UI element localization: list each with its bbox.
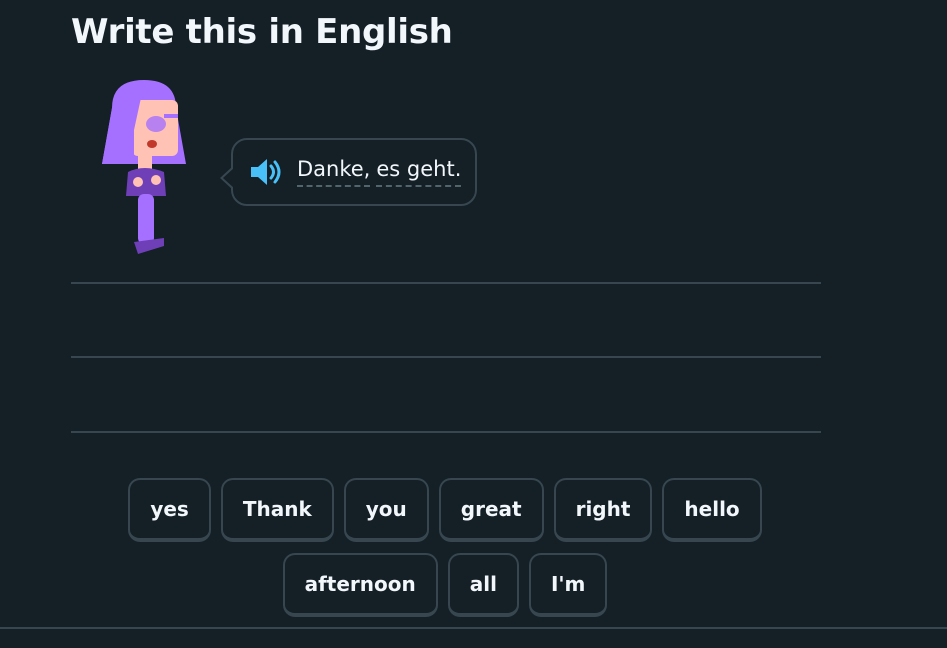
word-bank: yes Thank you great right hello afternoo… bbox=[0, 478, 890, 628]
prompt-sentence: Danke, es geht. bbox=[297, 157, 462, 187]
word-chip-all[interactable]: all bbox=[447, 553, 519, 617]
word-chip-im[interactable]: I'm bbox=[528, 553, 608, 617]
answer-line[interactable] bbox=[71, 282, 821, 284]
speech-bubble: Danke, es geht. bbox=[220, 138, 477, 206]
prompt-word[interactable]: Danke, bbox=[297, 157, 371, 187]
word-chip-you[interactable]: you bbox=[343, 478, 429, 542]
word-chip-hello[interactable]: hello bbox=[662, 478, 762, 542]
word-bank-row: yes Thank you great right hello bbox=[0, 478, 890, 542]
word-chip-thank[interactable]: Thank bbox=[220, 478, 334, 542]
word-chip-great[interactable]: great bbox=[438, 478, 544, 542]
character-illustration bbox=[102, 80, 186, 254]
lesson-screen: Write this in English Danke, es geht. ye… bbox=[0, 0, 947, 648]
speaker-icon[interactable] bbox=[249, 157, 285, 187]
speech-bubble-tail bbox=[220, 166, 234, 190]
word-chip-right[interactable]: right bbox=[553, 478, 653, 542]
word-chip-yes[interactable]: yes bbox=[128, 478, 211, 542]
page-title: Write this in English bbox=[71, 12, 453, 52]
word-chip-afternoon[interactable]: afternoon bbox=[282, 553, 438, 617]
answer-line[interactable] bbox=[71, 356, 821, 358]
footer-divider bbox=[0, 627, 947, 629]
answer-line[interactable] bbox=[71, 431, 821, 433]
word-bank-row: afternoon all I'm bbox=[0, 553, 890, 617]
prompt-word[interactable]: es geht. bbox=[376, 157, 462, 187]
